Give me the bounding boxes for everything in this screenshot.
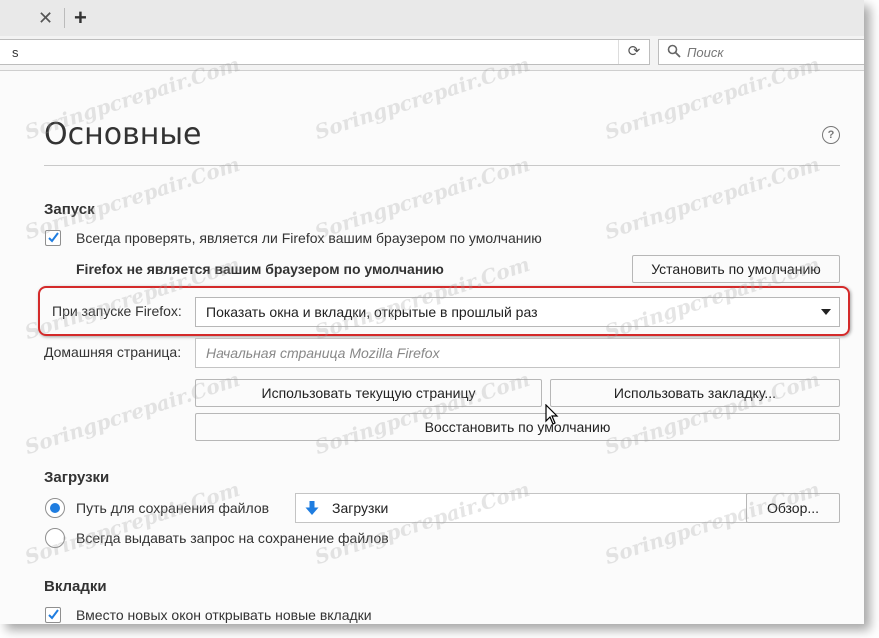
on-startup-value: Показать окна и вкладки, открытые в прош…	[206, 304, 538, 320]
dropdown-arrow-icon	[821, 309, 831, 315]
open-in-tabs-checkbox[interactable]	[45, 607, 61, 623]
search-input[interactable]: Поиск	[658, 39, 864, 65]
downloads-heading: Загрузки	[44, 469, 110, 486]
homepage-input[interactable]: Начальная страница Mozilla Firefox	[195, 338, 840, 368]
help-icon[interactable]: ?	[822, 126, 840, 144]
browse-button[interactable]: Обзор...	[746, 493, 840, 523]
url-bar[interactable]: s ⟳	[0, 39, 650, 65]
set-default-button[interactable]: Установить по умолчанию	[632, 255, 840, 283]
tab-separator	[64, 8, 65, 28]
download-arrow-icon	[304, 500, 320, 521]
checkmark-icon	[48, 232, 59, 243]
preferences-content: Основные ? Запуск Всегда проверять, явля…	[0, 52, 864, 624]
navigation-bar: s ⟳ Поиск	[0, 36, 864, 71]
close-tab-icon[interactable]: ✕	[38, 8, 53, 29]
download-folder-field[interactable]: Загрузки	[295, 493, 747, 523]
not-default-message: Firefox не является вашим браузером по у…	[76, 261, 444, 277]
use-current-page-button[interactable]: Использовать текущую страницу	[195, 379, 542, 407]
browser-window: ✕ + s ⟳ Поиск Основные ? Запуск Всегда п…	[0, 0, 864, 624]
tab-strip: ✕ +	[0, 0, 864, 36]
search-placeholder: Поиск	[687, 45, 724, 60]
page-title: Основные	[44, 117, 202, 152]
startup-heading: Запуск	[44, 201, 95, 218]
homepage-placeholder: Начальная страница Mozilla Firefox	[206, 345, 440, 361]
always-ask-label: Всегда выдавать запрос на сохранение фай…	[76, 530, 389, 546]
always-ask-radio[interactable]	[45, 528, 65, 548]
homepage-label: Домашняя страница:	[44, 344, 182, 360]
watermark: Soringpcrepair.Com	[21, 476, 243, 570]
save-path-label: Путь для сохранения файлов	[76, 500, 270, 516]
tabs-heading: Вкладки	[44, 578, 107, 595]
mouse-cursor-icon	[545, 403, 559, 431]
new-tab-icon[interactable]: +	[74, 5, 87, 31]
always-check-default-checkbox[interactable]	[45, 230, 61, 246]
restore-default-button[interactable]: Восстановить по умолчанию	[195, 413, 840, 441]
title-divider	[44, 165, 840, 166]
download-folder-value: Загрузки	[332, 500, 389, 516]
use-bookmark-button[interactable]: Использовать закладку...	[550, 379, 840, 407]
on-startup-select[interactable]: Показать окна и вкладки, открытые в прош…	[195, 297, 840, 327]
watermark: Soringpcrepair.Com	[311, 476, 533, 570]
always-check-default-label: Всегда проверять, является ли Firefox ва…	[76, 230, 542, 246]
search-icon	[667, 44, 681, 63]
url-text: s	[12, 45, 19, 60]
reload-icon[interactable]: ⟳	[618, 40, 649, 64]
watermark: Soringpcrepair.Com	[601, 476, 823, 570]
on-startup-label: При запуске Firefox:	[52, 303, 182, 319]
save-path-radio[interactable]	[45, 498, 65, 518]
open-in-tabs-label: Вместо новых окон открывать новые вкладк…	[76, 607, 372, 623]
checkmark-icon	[48, 609, 59, 620]
